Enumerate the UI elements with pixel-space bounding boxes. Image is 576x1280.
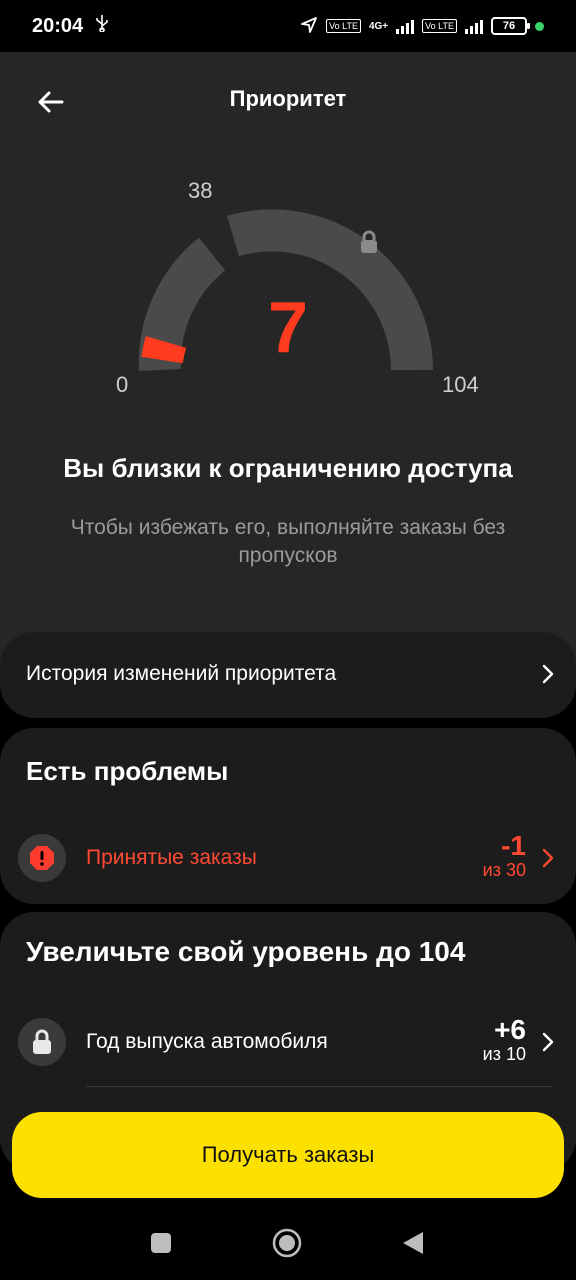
warning-title: Вы близки к ограничению доступа [63, 453, 513, 483]
increase-icon-circle [18, 1018, 66, 1066]
status-left: 20:04 [32, 14, 109, 38]
increase-item-delta: +6 [494, 1014, 526, 1045]
volte-badge-2: Vo LTE [422, 19, 457, 33]
increase-item-of: из 10 [482, 1044, 526, 1064]
chevron-right-icon [542, 848, 554, 873]
increase-item-value: +6 из 10 [483, 1014, 526, 1065]
status-bar: 20:04 Vo LTE 4G+ Vo LTE 76 [0, 0, 576, 52]
problems-card: Есть проблемы Принятые заказы -1 из 30 [0, 728, 576, 904]
gauge-value: 7 [267, 288, 309, 368]
chevron-right-icon [542, 1032, 554, 1057]
circle-icon [272, 1228, 302, 1258]
status-right: Vo LTE 4G+ Vo LTE 76 [300, 16, 544, 37]
network-type: 4G+ [368, 20, 389, 32]
history-card[interactable]: История изменений приоритета [0, 632, 576, 718]
signal-icon-2 [465, 18, 483, 34]
square-icon [151, 1233, 171, 1253]
system-nav-bar [0, 1200, 576, 1280]
home-button[interactable] [272, 1228, 302, 1258]
problem-icon-circle [18, 834, 66, 882]
problem-delta: -1 [501, 830, 526, 861]
increase-item-label: Год выпуска автомобиля [86, 1030, 328, 1053]
triangle-back-icon [403, 1232, 423, 1254]
battery-level: 76 [502, 20, 516, 32]
increase-title: Увеличьте свой уровень до 104 [26, 936, 466, 967]
header: Приоритет [0, 72, 576, 128]
battery-icon: 76 [491, 17, 530, 35]
problem-label: Принятые заказы [86, 846, 257, 869]
status-time: 20:04 [32, 14, 84, 37]
usb-icon [95, 14, 109, 38]
lock-icon [33, 1029, 51, 1054]
signal-icon-1 [396, 18, 415, 34]
get-orders-button[interactable]: Получать заказы [12, 1112, 564, 1198]
problem-value: -1 из 30 [483, 830, 526, 881]
divider [86, 1086, 552, 1087]
location-arrow-icon [300, 16, 318, 37]
alert-icon [30, 846, 54, 870]
back-nav-button[interactable] [398, 1228, 428, 1258]
recents-button[interactable] [146, 1228, 176, 1258]
volte-badge-1: Vo LTE [326, 19, 361, 33]
gauge-lock-icon [358, 230, 380, 259]
gauge-min-label: 0 [116, 372, 129, 397]
problem-of: из 30 [482, 860, 526, 880]
problems-title: Есть проблемы [26, 756, 229, 786]
privacy-dot-icon [535, 21, 544, 31]
warning-subtitle: Чтобы избежать его, выполняйте заказы бе… [70, 516, 506, 567]
gauge-max-label: 104 [442, 372, 479, 397]
page-title: Приоритет [229, 86, 347, 111]
gauge-mid-label: 38 [188, 178, 213, 203]
history-label: История изменений приоритета [26, 662, 337, 685]
chevron-right-icon [542, 664, 554, 689]
priority-panel: Приоритет 0 38 104 7 Вы близки к огранич… [0, 52, 576, 672]
